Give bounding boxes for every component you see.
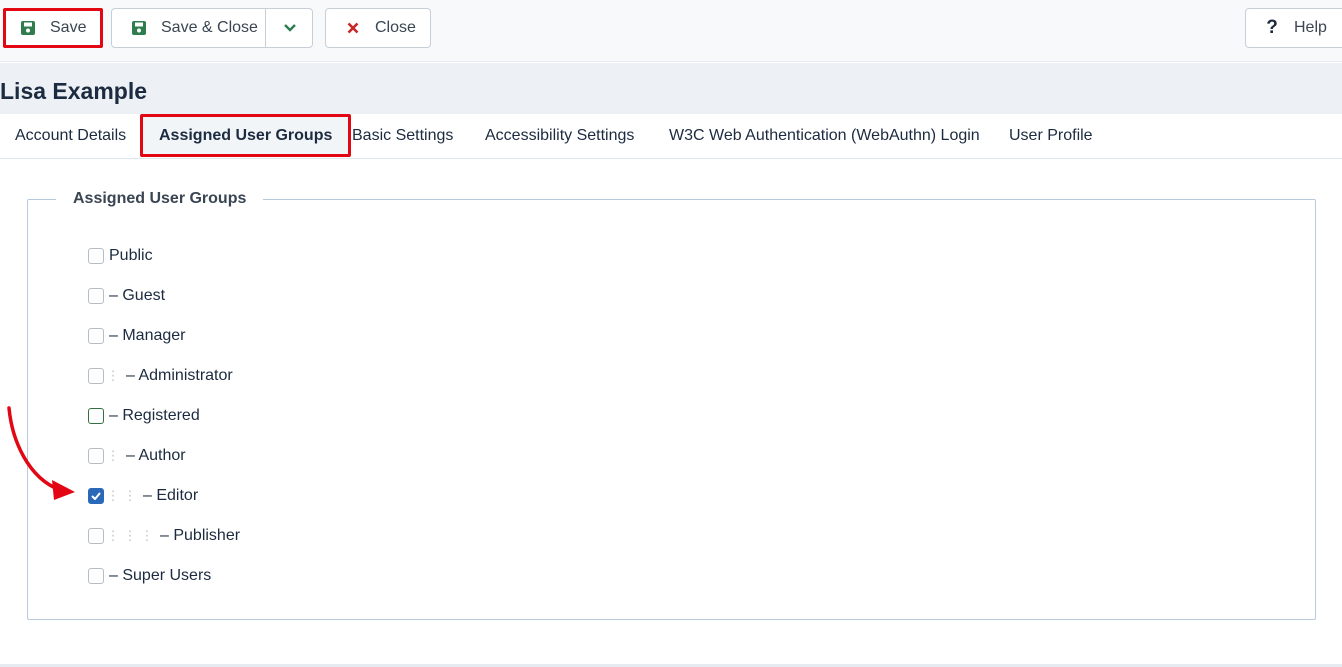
checkbox-public[interactable] [88, 248, 104, 264]
indent-dots: ⋮ [106, 528, 120, 543]
checkmark-icon [91, 492, 101, 500]
group-label[interactable]: – Author [126, 447, 186, 465]
group-label[interactable]: Public [109, 247, 153, 265]
save-icon [131, 20, 147, 36]
annotation-arrow-icon [7, 406, 75, 500]
group-label[interactable]: – Guest [109, 287, 165, 305]
indent-dots: ⋮ [140, 528, 154, 543]
checkbox-super-users[interactable] [88, 568, 104, 584]
tab-assigned-user-groups[interactable]: Assigned User Groups [140, 114, 352, 157]
group-item-guest: – Guest [88, 286, 165, 306]
checkbox-manager[interactable] [88, 328, 104, 344]
save-options-dropdown-toggle[interactable] [265, 9, 313, 47]
tab-basic-settings[interactable]: Basic Settings [352, 114, 453, 158]
chevron-down-icon [283, 24, 296, 32]
checkbox-guest[interactable] [88, 288, 104, 304]
checkbox-registered[interactable] [88, 408, 104, 424]
tab-user-profile[interactable]: User Profile [1009, 114, 1093, 158]
save-button[interactable]: Save [3, 8, 103, 48]
close-icon [345, 20, 361, 36]
tab-accessibility-settings[interactable]: Accessibility Settings [485, 114, 634, 158]
group-label[interactable]: – Super Users [109, 567, 211, 585]
save-close-label: Save & Close [161, 19, 258, 36]
group-item-editor: ⋮ ⋮ – Editor [88, 486, 198, 506]
close-button[interactable]: Close [325, 8, 431, 48]
page-title: Lisa Example [0, 78, 148, 104]
help-button[interactable]: ? Help [1245, 8, 1342, 48]
checkbox-author[interactable] [88, 448, 104, 464]
group-item-manager: – Manager [88, 326, 186, 346]
save-label: Save [50, 19, 87, 36]
question-icon: ? [1266, 17, 1278, 38]
group-label[interactable]: – Administrator [126, 367, 233, 385]
indent-dots: ⋮ [106, 488, 120, 503]
assigned-user-groups-fieldset: Assigned User Groups [27, 190, 1316, 620]
checkbox-administrator[interactable] [88, 368, 104, 384]
save-icon [20, 20, 36, 36]
close-label: Close [375, 19, 416, 36]
tab-account-details[interactable]: Account Details [15, 114, 126, 158]
checkbox-editor[interactable] [88, 488, 104, 504]
group-label[interactable]: – Publisher [160, 527, 240, 545]
checkbox-publisher[interactable] [88, 528, 104, 544]
tab-webauthn-login[interactable]: W3C Web Authentication (WebAuthn) Login [669, 114, 980, 158]
group-item-administrator: ⋮ – Administrator [88, 366, 233, 386]
save-close-button[interactable]: Save & Close [111, 8, 313, 48]
toolbar: Save Save & Close Close ? Help [0, 0, 1342, 62]
group-item-public: Public [88, 246, 153, 266]
title-bar [0, 63, 1342, 114]
help-label: Help [1294, 19, 1327, 36]
group-item-super-users: – Super Users [88, 566, 211, 586]
indent-dots: ⋮ [106, 368, 120, 383]
group-label[interactable]: – Registered [109, 407, 200, 425]
group-item-registered: – Registered [88, 406, 200, 426]
indent-dots: ⋮ [123, 488, 137, 503]
group-item-publisher: ⋮ ⋮ ⋮ – Publisher [88, 526, 240, 546]
indent-dots: ⋮ [106, 448, 120, 463]
indent-dots: ⋮ [123, 528, 137, 543]
tab-bar: Account Details Assigned User Groups Bas… [0, 114, 1342, 159]
group-label[interactable]: – Manager [109, 327, 186, 345]
fieldset-legend: Assigned User Groups [73, 190, 247, 207]
group-item-author: ⋮ – Author [88, 446, 186, 466]
group-label[interactable]: – Editor [143, 487, 198, 505]
